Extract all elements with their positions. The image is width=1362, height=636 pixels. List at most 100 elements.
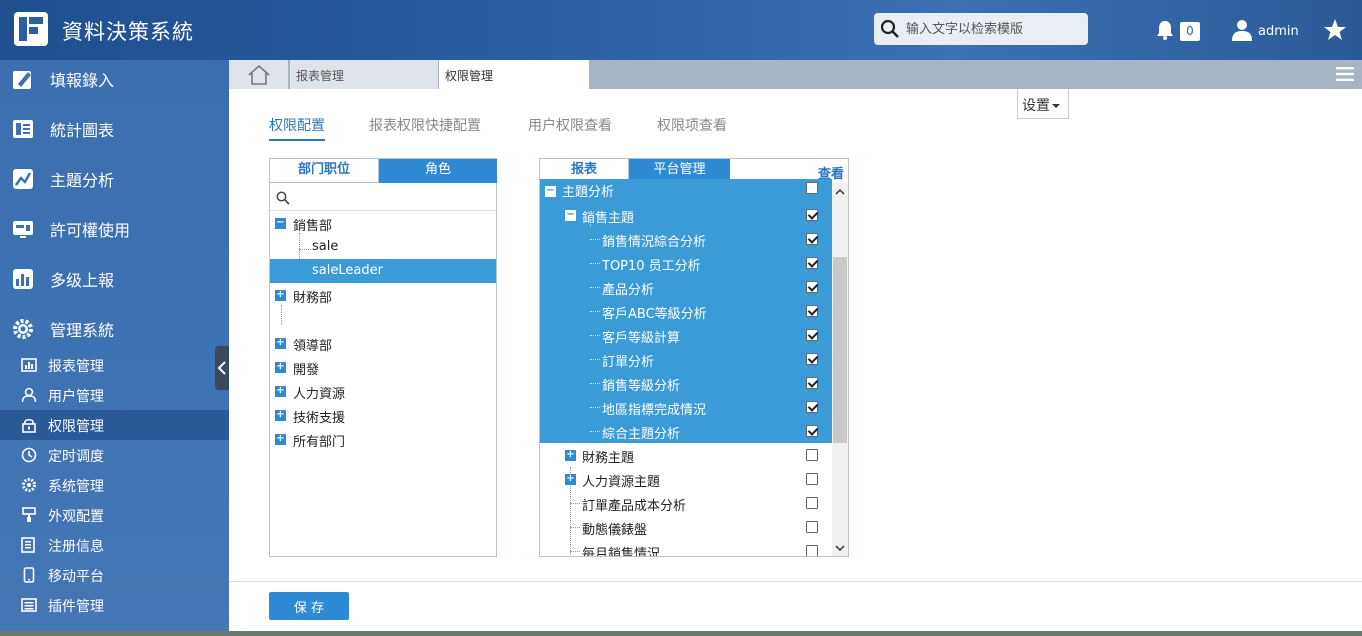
view-checkbox[interactable] xyxy=(806,233,818,245)
tree-node-label: 訂單產品成本分析 xyxy=(582,499,687,514)
tree-node-leadership-dept[interactable]: + 領導部 xyxy=(270,331,496,355)
tree-node-development[interactable]: + 開發 xyxy=(270,355,496,379)
view-checkbox[interactable] xyxy=(806,257,818,269)
tree-scrollbar[interactable] xyxy=(832,183,848,556)
collapse-minus-icon[interactable]: − xyxy=(565,210,576,221)
hamburger-menu-icon[interactable] xyxy=(1336,67,1354,81)
expand-plus-icon[interactable]: + xyxy=(275,290,286,301)
sidebar-sub-register[interactable]: 注册信息 xyxy=(0,530,229,560)
sidebar-item-multi-report[interactable]: 多级上報 xyxy=(0,260,229,300)
tree-node-sale[interactable]: sale xyxy=(270,235,496,259)
favorite-star-icon[interactable] xyxy=(1323,18,1347,42)
tree-node-overall-theme[interactable]: 綜合主題分析 xyxy=(540,419,832,443)
view-checkbox[interactable] xyxy=(806,401,818,413)
sidebar-sub-report-manage[interactable]: 报表管理 xyxy=(0,350,229,380)
view-checkbox[interactable] xyxy=(806,521,818,533)
sidebar-item-system-manage[interactable]: 管理系統 xyxy=(0,310,229,350)
expand-plus-icon[interactable]: + xyxy=(275,338,286,349)
tree-node-finance-theme[interactable]: + 財務主題 xyxy=(540,443,832,467)
chevron-down-icon[interactable] xyxy=(835,543,845,553)
subtab-user-permission-view[interactable]: 用户权限查看 xyxy=(528,115,612,135)
view-checkbox[interactable] xyxy=(806,449,818,461)
tab-department-position[interactable]: 部门职位 xyxy=(270,159,379,183)
analysis-icon xyxy=(13,169,33,189)
tree-node-customer-abc[interactable]: 客戶ABC等級分析 xyxy=(540,299,832,323)
tree-node-monthly-sales[interactable]: 每月銷售情況 xyxy=(540,539,832,557)
tree-node-sales-level[interactable]: 銷售等級分析 xyxy=(540,371,832,395)
tree-node-order-cost[interactable]: 訂單產品成本分析 xyxy=(540,491,832,515)
view-checkbox[interactable] xyxy=(806,305,818,317)
view-checkbox[interactable] xyxy=(806,329,818,341)
tree-line xyxy=(570,551,580,552)
expand-plus-icon[interactable]: + xyxy=(275,434,286,445)
tab-role[interactable]: 角色 xyxy=(379,159,497,183)
view-checkbox[interactable] xyxy=(806,281,818,293)
collapse-minus-icon[interactable]: − xyxy=(545,186,556,197)
save-button[interactable]: 保 存 xyxy=(269,592,349,620)
settings-dropdown[interactable]: 设置 xyxy=(1017,89,1069,119)
sidebar-item-permission-use[interactable]: 許可權使用 xyxy=(0,210,229,250)
tree-node-theme-analysis[interactable]: − 主題分析 xyxy=(540,179,832,203)
expand-plus-icon[interactable]: + xyxy=(275,362,286,373)
tree-node-label: 客戶等級計算 xyxy=(602,331,681,346)
tree-node-sales-theme[interactable]: − 銷售主題 xyxy=(540,203,832,227)
sidebar-sub-appearance[interactable]: 外观配置 xyxy=(0,500,229,530)
user-name[interactable]: admin xyxy=(1258,24,1299,39)
tree-node-label: 主題分析 xyxy=(562,185,615,200)
tree-node-region-kpi[interactable]: 地區指標完成情況 xyxy=(540,395,832,419)
expand-plus-icon[interactable]: + xyxy=(565,450,576,461)
chevron-up-icon[interactable] xyxy=(835,187,845,197)
expand-plus-icon[interactable]: + xyxy=(275,410,286,421)
expand-plus-icon[interactable]: + xyxy=(275,386,286,397)
tree-node-customer-level[interactable]: 客戶等級計算 xyxy=(540,323,832,347)
tree-node-hr-theme[interactable]: + 人力資源主題 xyxy=(540,467,832,491)
sidebar-item-form-entry[interactable]: 填報錄入 xyxy=(0,60,229,100)
sidebar-sub-plugin[interactable]: 插件管理 xyxy=(0,590,229,620)
department-search[interactable] xyxy=(270,185,496,211)
tree-node-order-analysis[interactable]: 訂單分析 xyxy=(540,347,832,371)
sidebar-sub-schedule[interactable]: 定时调度 xyxy=(0,440,229,470)
view-checkbox[interactable] xyxy=(806,182,818,194)
view-checkbox[interactable] xyxy=(806,545,818,556)
tab-permission-manage[interactable]: 权限管理 xyxy=(439,60,589,89)
sidebar-item-stat-chart[interactable]: 統計圖表 xyxy=(0,110,229,150)
tree-node-top10[interactable]: TOP10 员工分析 xyxy=(540,251,832,275)
tree-node-sales-dept[interactable]: − 銷售部 xyxy=(270,211,496,235)
tree-node-label: 人力資源主題 xyxy=(582,475,661,490)
tree-node-label: 開發 xyxy=(293,363,320,378)
subtab-permission-item-view[interactable]: 权限项查看 xyxy=(657,115,727,135)
view-checkbox[interactable] xyxy=(806,353,818,365)
user-avatar-icon[interactable] xyxy=(1232,19,1252,41)
view-checkbox[interactable] xyxy=(806,425,818,437)
view-checkbox[interactable] xyxy=(806,473,818,485)
tree-node-label: 每月銷售情況 xyxy=(582,547,661,557)
tree-node-all-depts[interactable]: + 所有部门 xyxy=(270,427,496,451)
tree-node-dashboard[interactable]: 動態儀錶盤 xyxy=(540,515,832,539)
tree-node-hr[interactable]: + 人力資源 xyxy=(270,379,496,403)
tree-node-sales-overview[interactable]: 銷售情況綜合分析 xyxy=(540,227,832,251)
view-checkbox[interactable] xyxy=(806,497,818,509)
sidebar-sub-user-manage[interactable]: 用户管理 xyxy=(0,380,229,410)
sidebar-sub-system[interactable]: 系统管理 xyxy=(0,470,229,500)
sidebar-sub-mobile[interactable]: 移动平台 xyxy=(0,560,229,590)
template-search[interactable] xyxy=(874,13,1088,45)
bell-icon[interactable] xyxy=(1154,19,1176,41)
tree-node-finance-dept[interactable]: + 財務部 xyxy=(270,283,496,307)
expand-plus-icon[interactable]: + xyxy=(565,474,576,485)
tab-home[interactable] xyxy=(229,60,289,89)
scroll-thumb[interactable] xyxy=(833,257,847,443)
subtab-permission-config[interactable]: 权限配置 xyxy=(269,115,325,141)
sidebar-sub-permission-manage[interactable]: 权限管理 xyxy=(0,410,229,440)
sidebar-collapse-handle[interactable] xyxy=(215,346,229,390)
tree-node-saleleader[interactable]: saleLeader xyxy=(270,259,496,283)
collapse-minus-icon[interactable]: − xyxy=(275,218,286,229)
subtab-report-quick-config[interactable]: 报表权限快捷配置 xyxy=(369,115,481,135)
sidebar-item-theme-analysis[interactable]: 主題分析 xyxy=(0,160,229,200)
notification-count[interactable]: 0 xyxy=(1180,22,1200,41)
tree-node-tech-support[interactable]: + 技術支援 xyxy=(270,403,496,427)
search-input[interactable] xyxy=(906,13,1082,45)
tree-node-product-analysis[interactable]: 產品分析 xyxy=(540,275,832,299)
view-checkbox[interactable] xyxy=(806,377,818,389)
view-checkbox[interactable] xyxy=(806,209,818,221)
tab-report-manage[interactable]: 报表管理 xyxy=(290,60,438,89)
